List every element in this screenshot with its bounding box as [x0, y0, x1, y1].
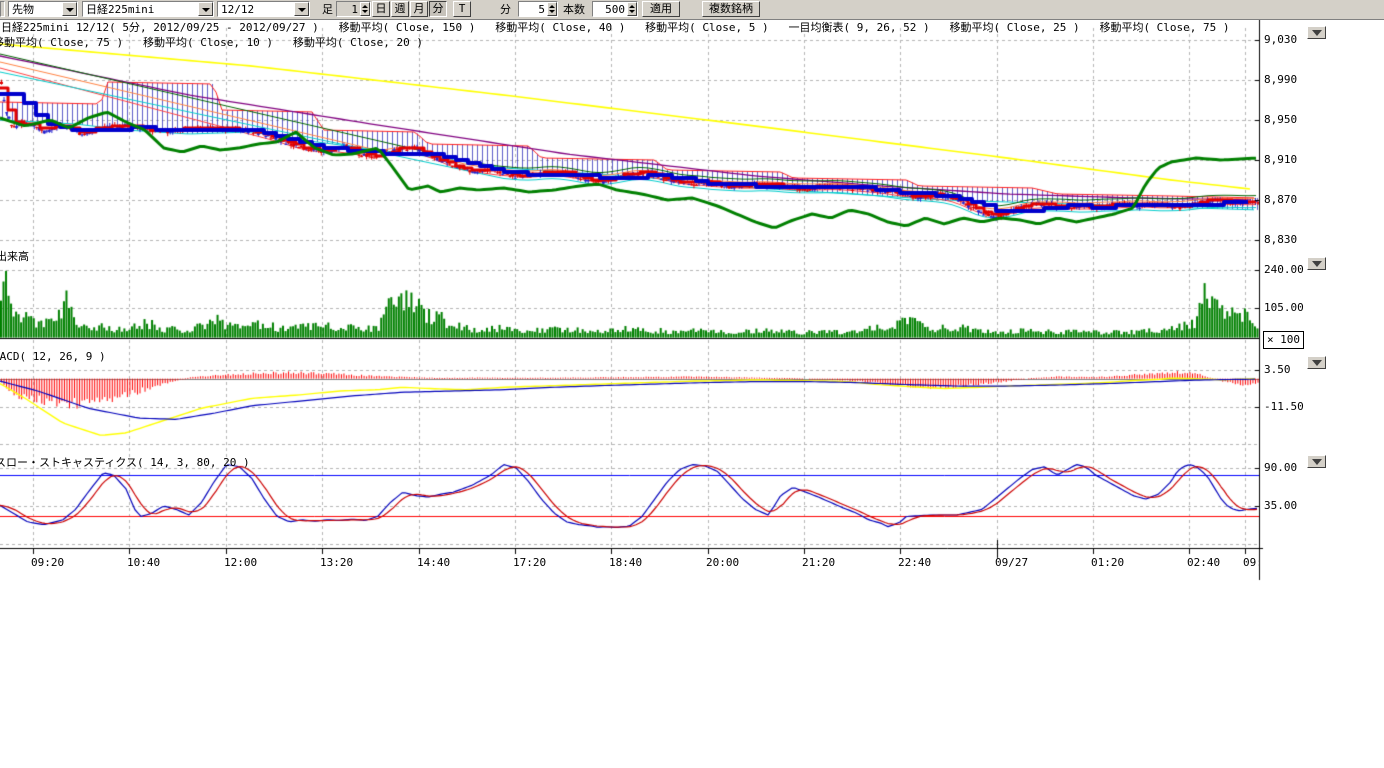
period-button-週[interactable]: 週: [391, 1, 409, 17]
chevron-down-icon[interactable]: [294, 2, 309, 16]
time-tick-label: 18:40: [609, 556, 642, 569]
contract-select[interactable]: 12/12: [217, 1, 310, 17]
period-button-日[interactable]: 日: [372, 1, 390, 17]
market-select-value: 先物: [12, 3, 34, 16]
time-tick-label: 09:: [1243, 556, 1259, 569]
time-tick-label: 12:00: [224, 556, 257, 569]
time-axis-labels: 09:20 10:40 12:00 13:20 14:40 17:20 18:40 20:00…: [0, 556, 1259, 572]
price-axis-label: 8,990: [1264, 74, 1297, 86]
time-tick-label: 13:20: [320, 556, 353, 569]
bar-interval-value: 1: [351, 3, 358, 16]
stoch-axis-label: 90.00: [1264, 462, 1297, 474]
time-tick-label: 17:20: [513, 556, 546, 569]
price-axis-label: 9,030: [1264, 34, 1297, 46]
stoch-axis-label: 35.00: [1264, 500, 1297, 512]
time-tick-label: 22:40: [898, 556, 931, 569]
triangle-down-icon: [1312, 261, 1322, 267]
bar-count-stepper[interactable]: 500: [592, 1, 638, 17]
minutes-label: 分: [500, 3, 511, 16]
bar-count-label: 本数: [563, 3, 585, 16]
toolbar: 先物 日経225mini 12/12 足 1 日週月分T 分 5 本数 500 …: [0, 0, 1384, 20]
time-tick-label: 10:40: [127, 556, 160, 569]
market-select[interactable]: 先物: [8, 1, 78, 17]
minutes-stepper[interactable]: 5: [518, 1, 558, 17]
stoch-panel-label: スロー・ストキャスティクス( 14, 3, 80, 20 ): [0, 457, 250, 469]
chart-title-and-indicators: 日経225mini 12/12( 5分, 2012/09/25 - 2012/0…: [1, 22, 1230, 34]
macd-scale-dropdown-button[interactable]: [1307, 356, 1326, 369]
stoch-scale-dropdown-button[interactable]: [1307, 455, 1326, 468]
triangle-down-icon: [1312, 360, 1322, 366]
price-scale-dropdown-button[interactable]: [1307, 26, 1326, 39]
spinner-icon[interactable]: [627, 2, 637, 16]
bar-count-value: 500: [605, 3, 625, 16]
time-tick-label: 09/27: [995, 556, 1028, 569]
apply-button[interactable]: 適用: [642, 1, 680, 17]
spinner-icon[interactable]: [547, 2, 557, 16]
trading-chart-app: { "toolbar": { "market_select": "先物", "s…: [0, 0, 1384, 768]
price-axis-label: 8,830: [1264, 234, 1297, 246]
volume-axis-label: 240.00: [1264, 264, 1304, 276]
minutes-value: 5: [538, 3, 545, 16]
chevron-down-icon[interactable]: [198, 2, 213, 16]
period-button-T[interactable]: T: [453, 1, 471, 17]
time-tick-label: 21:20: [802, 556, 835, 569]
price-axis-label: 8,870: [1264, 194, 1297, 206]
macd-panel-label: MACD( 12, 26, 9 ): [0, 351, 106, 363]
symbol-select-value: 日経225mini: [86, 3, 154, 16]
volume-scale-dropdown-button[interactable]: [1307, 257, 1326, 270]
price-axis-label: 8,950: [1264, 114, 1297, 126]
multi-symbol-button[interactable]: 複数銘柄: [702, 1, 760, 17]
chart-canvas[interactable]: [0, 0, 1384, 768]
triangle-down-icon: [1312, 30, 1322, 36]
contract-select-value: 12/12: [221, 3, 254, 16]
volume-multiplier-badge: × 100: [1263, 331, 1304, 349]
symbol-select[interactable]: 日経225mini: [82, 1, 214, 17]
bar-interval-stepper[interactable]: 1: [336, 1, 371, 17]
time-tick-label: 14:40: [417, 556, 450, 569]
time-tick-label: 01:20: [1091, 556, 1124, 569]
clipped-control-fragment[interactable]: [0, 1, 5, 17]
macd-axis-label: -11.50: [1264, 401, 1304, 413]
period-button-月[interactable]: 月: [410, 1, 428, 17]
triangle-down-icon: [1312, 459, 1322, 465]
macd-axis-label: 3.50: [1264, 364, 1291, 376]
time-tick-label: 09:20: [31, 556, 64, 569]
spinner-icon[interactable]: [360, 2, 370, 16]
indicator-labels-line2: 移動平均( Close, 75 ) 移動平均( Close, 10 ) 移動平均…: [0, 37, 423, 49]
time-tick-label: 02:40: [1187, 556, 1220, 569]
bar-type-label: 足: [322, 3, 333, 16]
price-axis-label: 8,910: [1264, 154, 1297, 166]
volume-panel-label: 出来高: [0, 251, 29, 263]
period-button-分[interactable]: 分: [429, 1, 447, 17]
time-tick-label: 20:00: [706, 556, 739, 569]
volume-axis-label: 105.00: [1264, 302, 1304, 314]
chevron-down-icon[interactable]: [62, 2, 77, 16]
